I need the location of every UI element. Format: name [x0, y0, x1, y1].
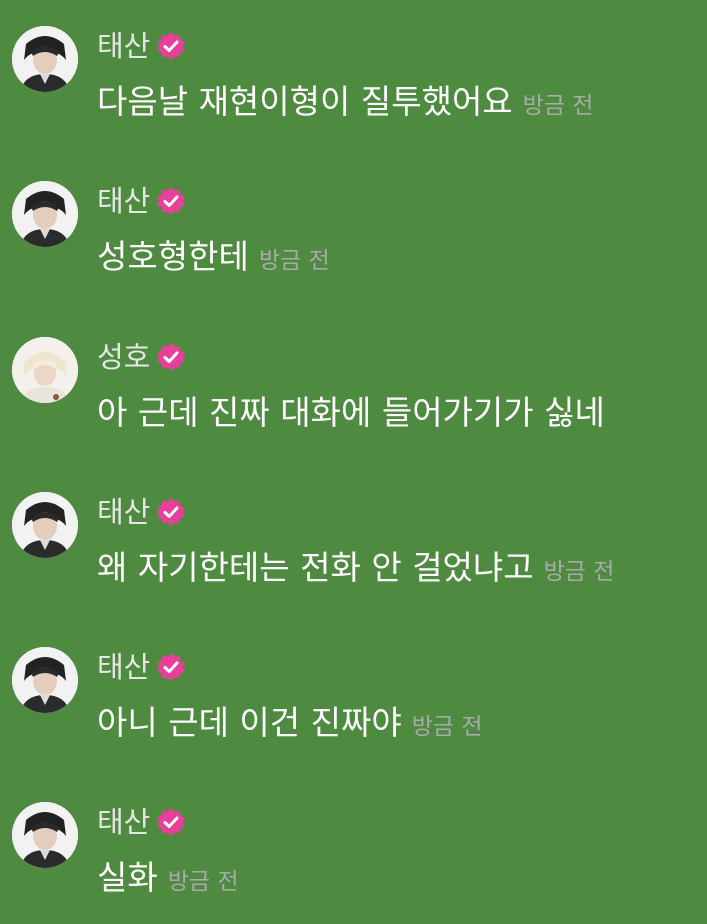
verified-badge-icon: [156, 186, 186, 216]
avatar-taesan-icon[interactable]: [12, 802, 78, 868]
sender-name[interactable]: 성호: [97, 339, 150, 375]
avatar-sungho-icon[interactable]: [12, 337, 78, 403]
message-item: 태산 성호형한테 방금 전: [0, 181, 707, 301]
message-feed: 태산 다음날 재현이형이 질투했어요 방금 전 태산 성호형한테 방금 전 성호…: [0, 0, 707, 924]
verified-badge-icon: [156, 342, 186, 372]
message-text: 다음날 재현이형이 질투했어요: [97, 82, 513, 121]
message-text: 아 근데 진짜 대화에 들어가기가 싫네: [97, 393, 605, 432]
message-header: 태산: [97, 183, 186, 219]
message-text: 아니 근데 이건 진짜야: [97, 703, 402, 742]
message-item: 태산 다음날 재현이형이 질투했어요 방금 전: [0, 26, 707, 146]
sender-name[interactable]: 태산: [97, 28, 150, 64]
avatar-taesan-icon[interactable]: [12, 181, 78, 247]
message-timestamp: 방금 전: [167, 869, 239, 895]
message-body: 실화 방금 전: [97, 856, 239, 900]
message-header: 태산: [97, 649, 186, 685]
message-body: 왜 자기한테는 전화 안 걸었냐고 방금 전: [97, 546, 614, 590]
message-timestamp: 방금 전: [258, 248, 330, 274]
message-text: 성호형한테: [97, 237, 249, 276]
message-header: 태산: [97, 28, 186, 64]
message-text: 실화: [97, 858, 158, 897]
message-header: 태산: [97, 494, 186, 530]
message-header: 성호: [97, 339, 186, 375]
message-body: 다음날 재현이형이 질투했어요 방금 전: [97, 80, 593, 124]
sender-name[interactable]: 태산: [97, 494, 150, 530]
avatar-taesan-icon[interactable]: [12, 492, 78, 558]
message-item: 태산 아니 근데 이건 진짜야 방금 전: [0, 647, 707, 767]
verified-badge-icon: [156, 652, 186, 682]
avatar-taesan-icon[interactable]: [12, 647, 78, 713]
verified-badge-icon: [156, 807, 186, 837]
message-body: 아니 근데 이건 진짜야 방금 전: [97, 701, 483, 745]
message-timestamp: 방금 전: [522, 93, 594, 119]
message-text: 왜 자기한테는 전화 안 걸었냐고: [97, 548, 534, 587]
verified-badge-icon: [156, 31, 186, 61]
message-header: 태산: [97, 804, 186, 840]
verified-badge-icon: [156, 497, 186, 527]
sender-name[interactable]: 태산: [97, 649, 150, 685]
message-body: 아 근데 진짜 대화에 들어가기가 싫네: [97, 391, 615, 435]
message-timestamp: 방금 전: [411, 714, 483, 740]
message-timestamp: 방금 전: [543, 559, 615, 585]
message-body: 성호형한테 방금 전: [97, 235, 330, 279]
avatar-taesan-icon[interactable]: [12, 26, 78, 92]
message-item: 태산 실화 방금 전: [0, 802, 707, 922]
message-item: 성호 아 근데 진짜 대화에 들어가기가 싫네: [0, 337, 707, 457]
message-item: 태산 왜 자기한테는 전화 안 걸었냐고 방금 전: [0, 492, 707, 612]
sender-name[interactable]: 태산: [97, 804, 150, 840]
sender-name[interactable]: 태산: [97, 183, 150, 219]
